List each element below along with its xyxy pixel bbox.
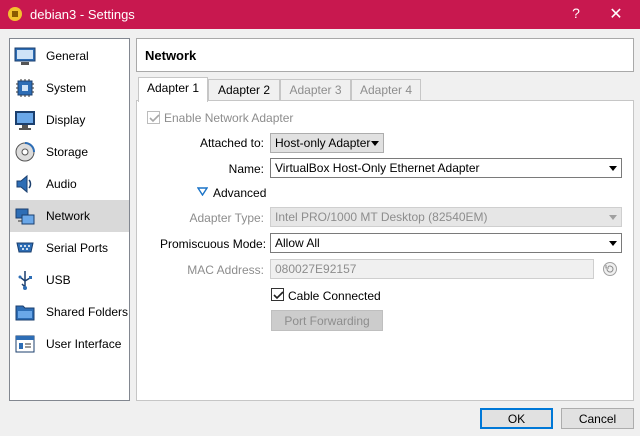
sidebar-item-label: USB: [46, 273, 71, 287]
adapter-type-select[interactable]: Intel PRO/1000 MT Desktop (82540EM): [270, 207, 622, 227]
system-icon: [16, 79, 34, 97]
audio-icon: [16, 174, 32, 194]
sidebar-item-shared-folders[interactable]: Shared Folders: [10, 296, 129, 328]
checkmark-icon: [273, 291, 284, 300]
adapter-type-label: Adapter Type:: [189, 211, 265, 225]
sidebar-item-network[interactable]: Network: [10, 200, 129, 232]
virtualbox-icon: [8, 7, 22, 21]
sidebar-item-label: User Interface: [46, 337, 122, 351]
checkmark-icon: [149, 114, 160, 123]
display-icon: [15, 111, 35, 130]
tab-adapter-1[interactable]: Adapter 1: [138, 77, 208, 102]
mac-address-field[interactable]: 080027E92157: [270, 259, 594, 279]
storage-icon: [15, 142, 35, 162]
tab-adapter-4[interactable]: Adapter 4: [351, 79, 421, 101]
close-button[interactable]: ✕: [606, 4, 626, 24]
sidebar-item-label: Serial Ports: [46, 241, 109, 255]
sidebar-item-label: General: [46, 49, 89, 63]
tab-adapter-3[interactable]: Adapter 3: [280, 79, 351, 101]
chevron-down-icon: [609, 166, 617, 171]
attached-to-label: Attached to:: [199, 136, 264, 150]
port-forwarding-button[interactable]: Port Forwarding: [271, 310, 383, 331]
sidebar-item-label: Network: [46, 209, 91, 223]
mac-address-value: 080027E92157: [275, 262, 357, 276]
chevron-down-icon: [609, 241, 617, 246]
general-icon: [14, 47, 36, 65]
user-interface-icon: [15, 335, 35, 353]
cancel-button[interactable]: Cancel: [561, 408, 634, 429]
name-select[interactable]: VirtualBox Host-Only Ethernet Adapter: [270, 158, 622, 178]
sidebar-item-user-interface[interactable]: User Interface: [10, 328, 129, 360]
promiscuous-mode-select[interactable]: Allow All: [270, 233, 622, 253]
sidebar-item-display[interactable]: Display: [10, 104, 129, 136]
chevron-down-icon: [609, 215, 617, 220]
sidebar-item-label: Storage: [46, 145, 89, 159]
sidebar-item-label: Audio: [46, 177, 77, 191]
promiscuous-mode-value: Allow All: [275, 236, 320, 250]
title-bar: debian3 - Settings ? ✕: [0, 0, 640, 29]
sidebar-item-storage[interactable]: Storage: [10, 136, 129, 168]
name-label: Name:: [228, 162, 264, 176]
network-icon: [15, 208, 35, 225]
page-header: Network: [136, 38, 634, 72]
window-title: debian3 - Settings: [30, 7, 135, 22]
sidebar-item-serial-ports[interactable]: Serial Ports: [10, 232, 129, 264]
sidebar-item-system[interactable]: System: [10, 72, 129, 104]
sidebar-item-label: Shared Folders: [46, 305, 129, 319]
sidebar-item-general[interactable]: General: [10, 40, 129, 72]
tab-adapter-2[interactable]: Adapter 2: [208, 79, 280, 101]
sidebar-item-usb[interactable]: USB: [10, 264, 129, 296]
page-title: Network: [145, 48, 197, 63]
chevron-down-icon: [371, 141, 379, 146]
promiscuous-mode-label: Promiscuous Mode:: [160, 237, 267, 251]
attached-to-select[interactable]: Host-only Adapter: [270, 133, 384, 153]
usb-icon: [18, 271, 32, 290]
settings-sidebar: General System Display Storage Audio Net…: [9, 38, 130, 401]
advanced-toggle[interactable]: Advanced: [213, 186, 266, 200]
name-value: VirtualBox Host-Only Ethernet Adapter: [275, 161, 480, 175]
mac-address-label: MAC Address:: [187, 263, 264, 277]
sidebar-item-label: Display: [46, 113, 86, 127]
sidebar-item-audio[interactable]: Audio: [10, 168, 129, 200]
adapter-type-value: Intel PRO/1000 MT Desktop (82540EM): [275, 210, 488, 224]
cable-connected-label: Cable Connected: [288, 289, 381, 303]
attached-to-value: Host-only Adapter: [275, 136, 371, 150]
help-button[interactable]: ?: [568, 5, 584, 21]
ok-button[interactable]: OK: [480, 408, 553, 429]
enable-adapter-checkbox[interactable]: [147, 111, 160, 124]
refresh-mac-icon[interactable]: [602, 261, 618, 277]
serial-ports-icon: [16, 242, 34, 253]
sidebar-item-label: System: [46, 81, 87, 95]
expand-triangle-icon[interactable]: [197, 187, 208, 196]
enable-adapter-label: Enable Network Adapter: [164, 111, 294, 125]
cable-connected-checkbox[interactable]: [271, 288, 284, 301]
shared-folders-icon: [15, 305, 35, 321]
